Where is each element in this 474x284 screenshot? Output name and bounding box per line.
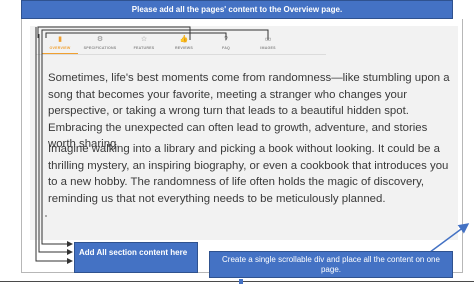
arrow-to-left-callout-2 [38, 34, 73, 255]
callout-scrollable-div: Create a single scrollable div and place… [209, 251, 453, 278]
arrow-to-left-callout-3 [41, 38, 73, 247]
callout-right-text: Create a single scrollable div and place… [222, 254, 440, 274]
bracket-lines [35, 26, 269, 264]
callout-add-section-content: Add All section content here [74, 242, 198, 273]
bottom-marker [239, 279, 243, 284]
bottom-rule [0, 281, 474, 282]
bracket-line-1 [45, 32, 227, 40]
bracket-line-2 [41, 29, 269, 40]
annotation-arrows [35, 26, 470, 264]
arrow-to-left-callout-1 [35, 27, 73, 264]
callout-left-text: Add All section content here [79, 248, 188, 257]
